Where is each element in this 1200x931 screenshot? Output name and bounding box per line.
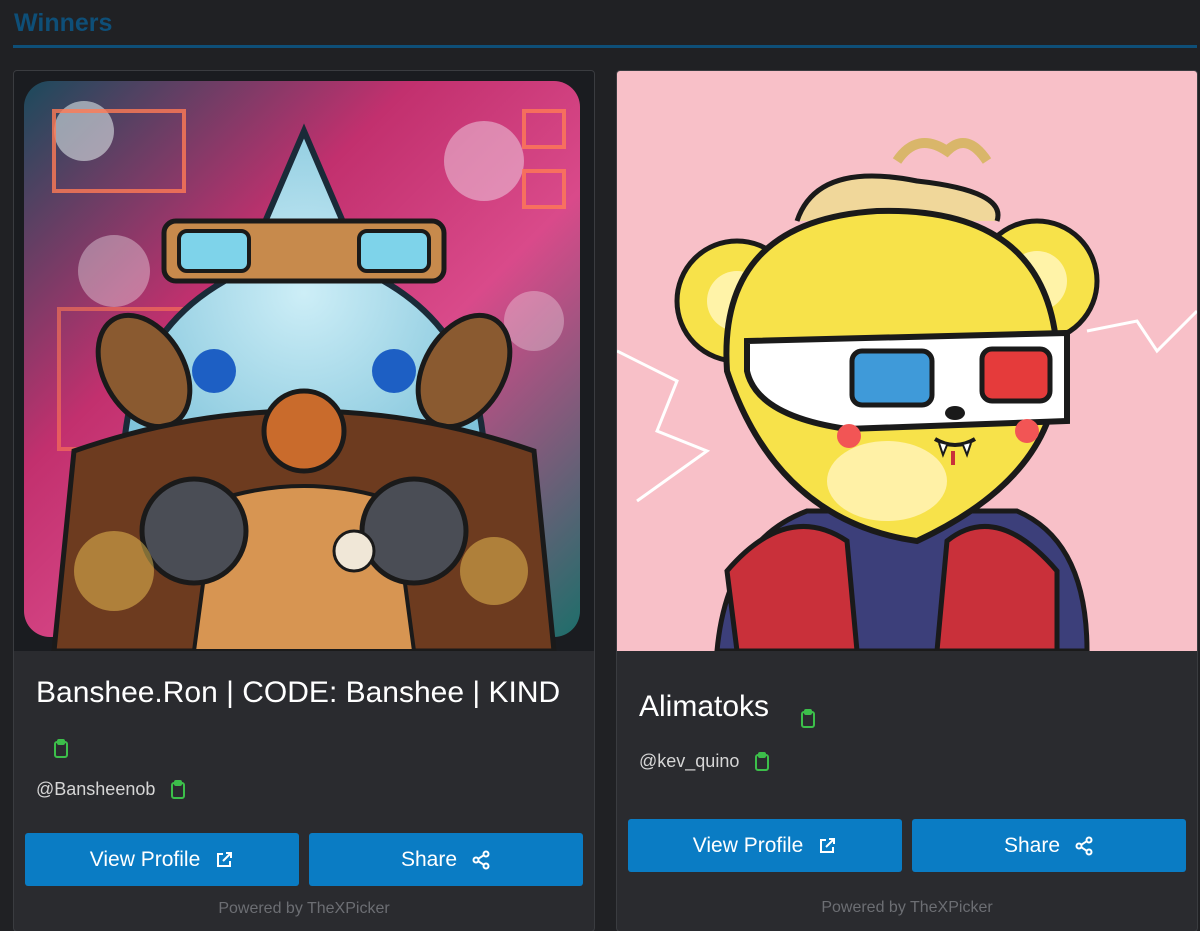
view-profile-button[interactable]: View Profile [628, 819, 902, 872]
winner-handle-text: @kev_quino [639, 751, 740, 771]
external-link-icon [214, 850, 234, 870]
section-title: Winners [14, 9, 113, 37]
winner-handle: @Bansheenob [36, 779, 187, 800]
copy-name-icon[interactable] [52, 728, 70, 759]
share-button[interactable]: Share [309, 833, 583, 886]
winner-avatar-image [14, 71, 594, 651]
copy-handle-icon[interactable] [169, 779, 187, 800]
share-label: Share [400, 847, 458, 871]
winner-avatar-image [617, 71, 1197, 651]
section-divider [13, 45, 1197, 48]
winner-handle: @kev_quino [639, 751, 771, 772]
share-icon [1074, 836, 1094, 856]
view-profile-label: View Profile [89, 847, 201, 871]
winner-handle-text: @Bansheenob [36, 779, 156, 799]
view-profile-button[interactable]: View Profile [25, 833, 299, 886]
external-link-icon [817, 836, 837, 856]
view-profile-label: View Profile [692, 833, 804, 857]
winner-name: Alimatoks [639, 685, 1179, 729]
powered-by-text: Powered by TheXPicker [218, 900, 390, 917]
winner-name: Banshee.Ron | CODE: Banshee | KIND [36, 671, 576, 759]
powered-by-text: Powered by TheXPicker [821, 899, 993, 916]
copy-name-icon[interactable] [799, 698, 817, 729]
share-button[interactable]: Share [912, 819, 1186, 872]
copy-handle-icon[interactable] [753, 751, 771, 772]
share-icon [471, 850, 491, 870]
winner-card: Alimatoks @kev_quino View Profile Share [616, 70, 1198, 931]
winner-name-text: Alimatoks [639, 690, 770, 723]
winner-name-text: Banshee.Ron | CODE: Banshee | KIND [36, 676, 561, 709]
winner-card: Banshee.Ron | CODE: Banshee | KIND @Bans… [13, 70, 595, 931]
share-label: Share [1003, 833, 1061, 857]
